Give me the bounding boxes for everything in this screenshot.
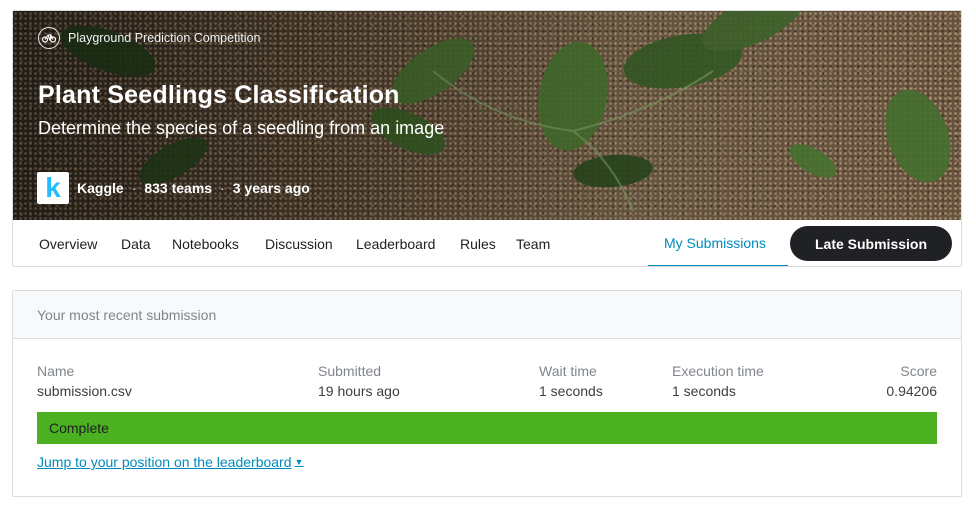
kaggle-logo[interactable]: k: [37, 172, 69, 204]
submitted-column: Submitted 19 hours ago: [318, 363, 400, 399]
recent-submission-card: Your most recent submission Name submiss…: [12, 290, 962, 497]
competition-tabs: Overview Data Notebooks Discussion Leade…: [13, 220, 961, 266]
meta-separator: ·: [131, 180, 137, 196]
execution-time-value: 1 seconds: [672, 383, 736, 399]
competition-meta: k Kaggle · 833 teams · 3 years ago: [37, 172, 310, 204]
competition-header: Playground Prediction Competition Plant …: [12, 10, 962, 267]
meta-separator: ·: [220, 180, 225, 196]
tab-leaderboard[interactable]: Leaderboard: [356, 220, 435, 266]
column-header: Score: [900, 363, 937, 379]
competition-age: 3 years ago: [232, 180, 310, 196]
competition-type: Playground Prediction Competition: [38, 27, 260, 49]
competition-banner-image: Playground Prediction Competition Plant …: [13, 11, 961, 220]
jump-to-leaderboard-link[interactable]: Jump to your position on the leaderboard…: [37, 454, 303, 470]
late-submission-button[interactable]: Late Submission: [790, 226, 952, 261]
score-column: Score 0.94206: [886, 363, 937, 399]
submission-status-bar: Complete: [37, 412, 937, 444]
jump-link-label: Jump to your position on the leaderboard: [37, 454, 292, 470]
tab-rules[interactable]: Rules: [460, 220, 496, 266]
tab-data[interactable]: Data: [121, 220, 151, 266]
status-label: Complete: [49, 420, 109, 436]
column-header: Wait time: [539, 363, 597, 379]
bicycle-icon: [38, 27, 60, 49]
wait-time-column: Wait time 1 seconds: [539, 363, 603, 399]
tab-discussion[interactable]: Discussion: [265, 220, 333, 266]
recent-submission-header: Your most recent submission: [13, 291, 961, 339]
competition-subtitle: Determine the species of a seedling from…: [38, 118, 445, 138]
submission-name-column: Name submission.csv: [37, 363, 132, 399]
submitted-time: 19 hours ago: [318, 383, 400, 399]
score-value: 0.94206: [886, 383, 937, 399]
team-count: 833 teams: [144, 180, 213, 196]
competition-title: Plant Seedlings Classification: [38, 81, 400, 109]
submission-file-name: submission.csv: [37, 383, 132, 399]
column-header: Execution time: [672, 363, 764, 379]
submission-details: Name submission.csv Submitted 19 hours a…: [37, 363, 937, 405]
tab-my-submissions[interactable]: My Submissions: [648, 220, 788, 266]
host-name[interactable]: Kaggle: [77, 180, 124, 196]
tab-team[interactable]: Team: [516, 220, 550, 266]
column-header: Name: [37, 363, 75, 379]
execution-time-column: Execution time 1 seconds: [672, 363, 764, 399]
caret-down-icon: ▼: [294, 457, 304, 467]
competition-type-label: Playground Prediction Competition: [68, 31, 261, 45]
tab-overview[interactable]: Overview: [39, 220, 97, 266]
wait-time-value: 1 seconds: [539, 383, 603, 399]
tab-notebooks[interactable]: Notebooks: [172, 220, 239, 266]
column-header: Submitted: [318, 363, 382, 379]
